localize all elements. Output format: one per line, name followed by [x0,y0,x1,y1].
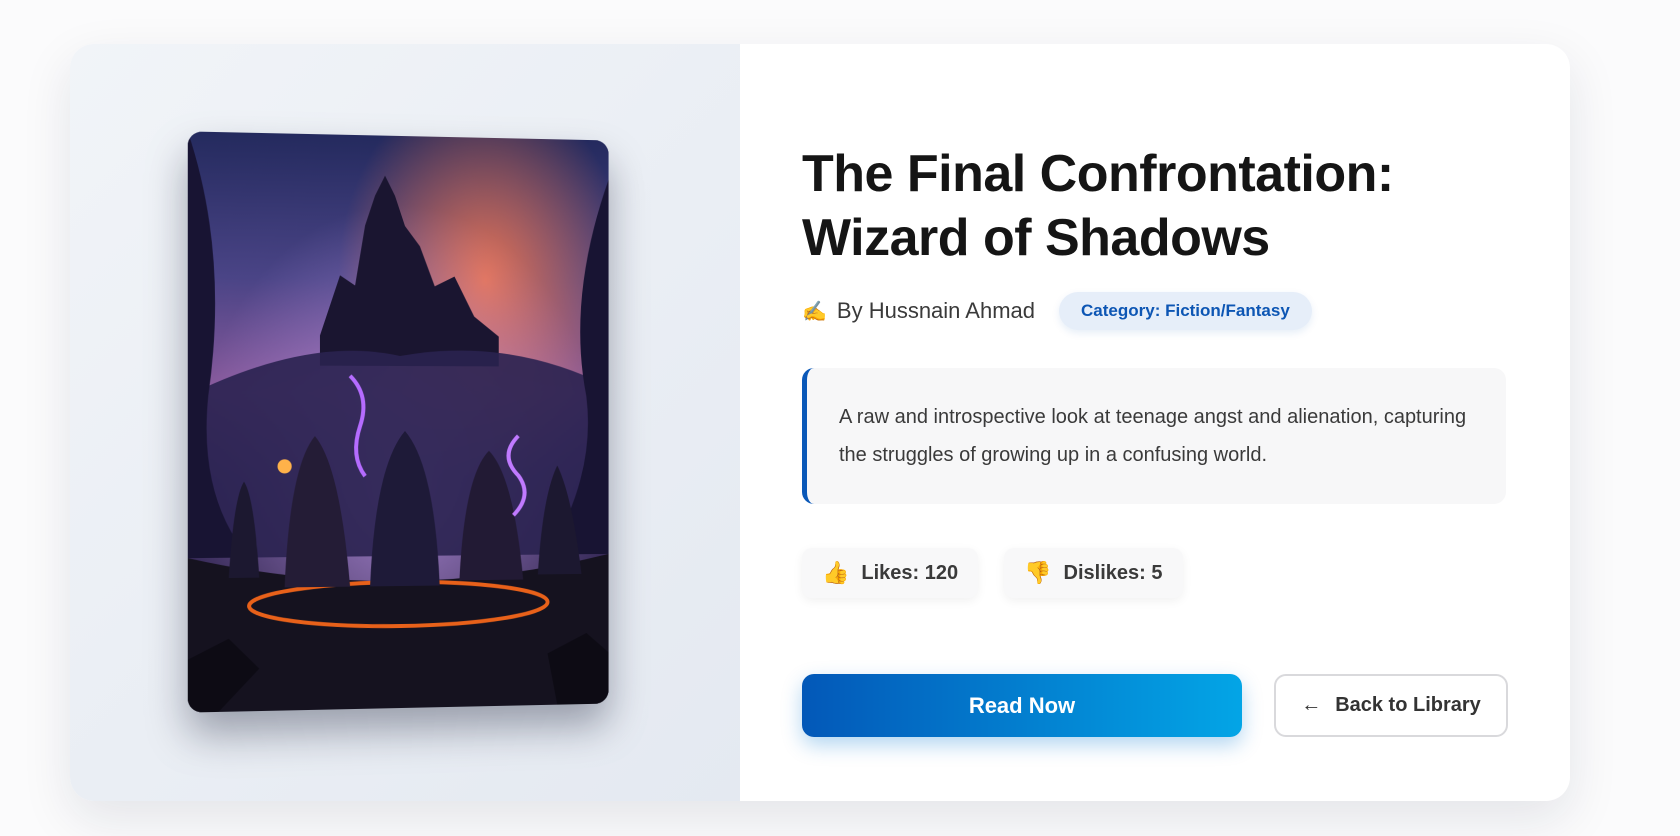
dislike-button[interactable]: 👎 Dislikes: 5 [1004,548,1183,598]
thumbs-up-icon: 👍 [822,560,850,585]
cover-panel [70,44,740,801]
category-badge: Category: Fiction/Fantasy [1059,292,1312,330]
book-cover-image [187,131,609,713]
reactions-bar: 👍 Likes: 120 👎 Dislikes: 5 [802,548,1508,598]
action-buttons: Read Now ← Back to Library [802,674,1508,737]
back-to-library-button[interactable]: ← Back to Library [1274,674,1508,737]
book-description: A raw and introspective look at teenage … [802,368,1506,504]
writing-hand-icon: ✍️ [802,300,827,323]
left-arrow-icon: ← [1301,694,1322,716]
likes-count: Likes: 120 [861,561,959,584]
book-meta: ✍️ By Hussnain Ahmad Category: Fiction/F… [802,292,1508,330]
thumbs-down-icon: 👎 [1024,560,1052,585]
book-title: The Final Confrontation: Wizard of Shado… [802,145,1394,267]
author-name: By Hussnain Ahmad [836,298,1036,323]
like-button[interactable]: 👍 Likes: 120 [802,548,979,598]
dislikes-count: Dislikes: 5 [1063,561,1163,584]
author-line: ✍️ By Hussnain Ahmad [802,298,1035,324]
book-detail-card: The Final Confrontation: Wizard of Shado… [70,44,1570,801]
back-to-library-label: Back to Library [1335,694,1481,716]
read-now-button[interactable]: Read Now [802,674,1242,737]
